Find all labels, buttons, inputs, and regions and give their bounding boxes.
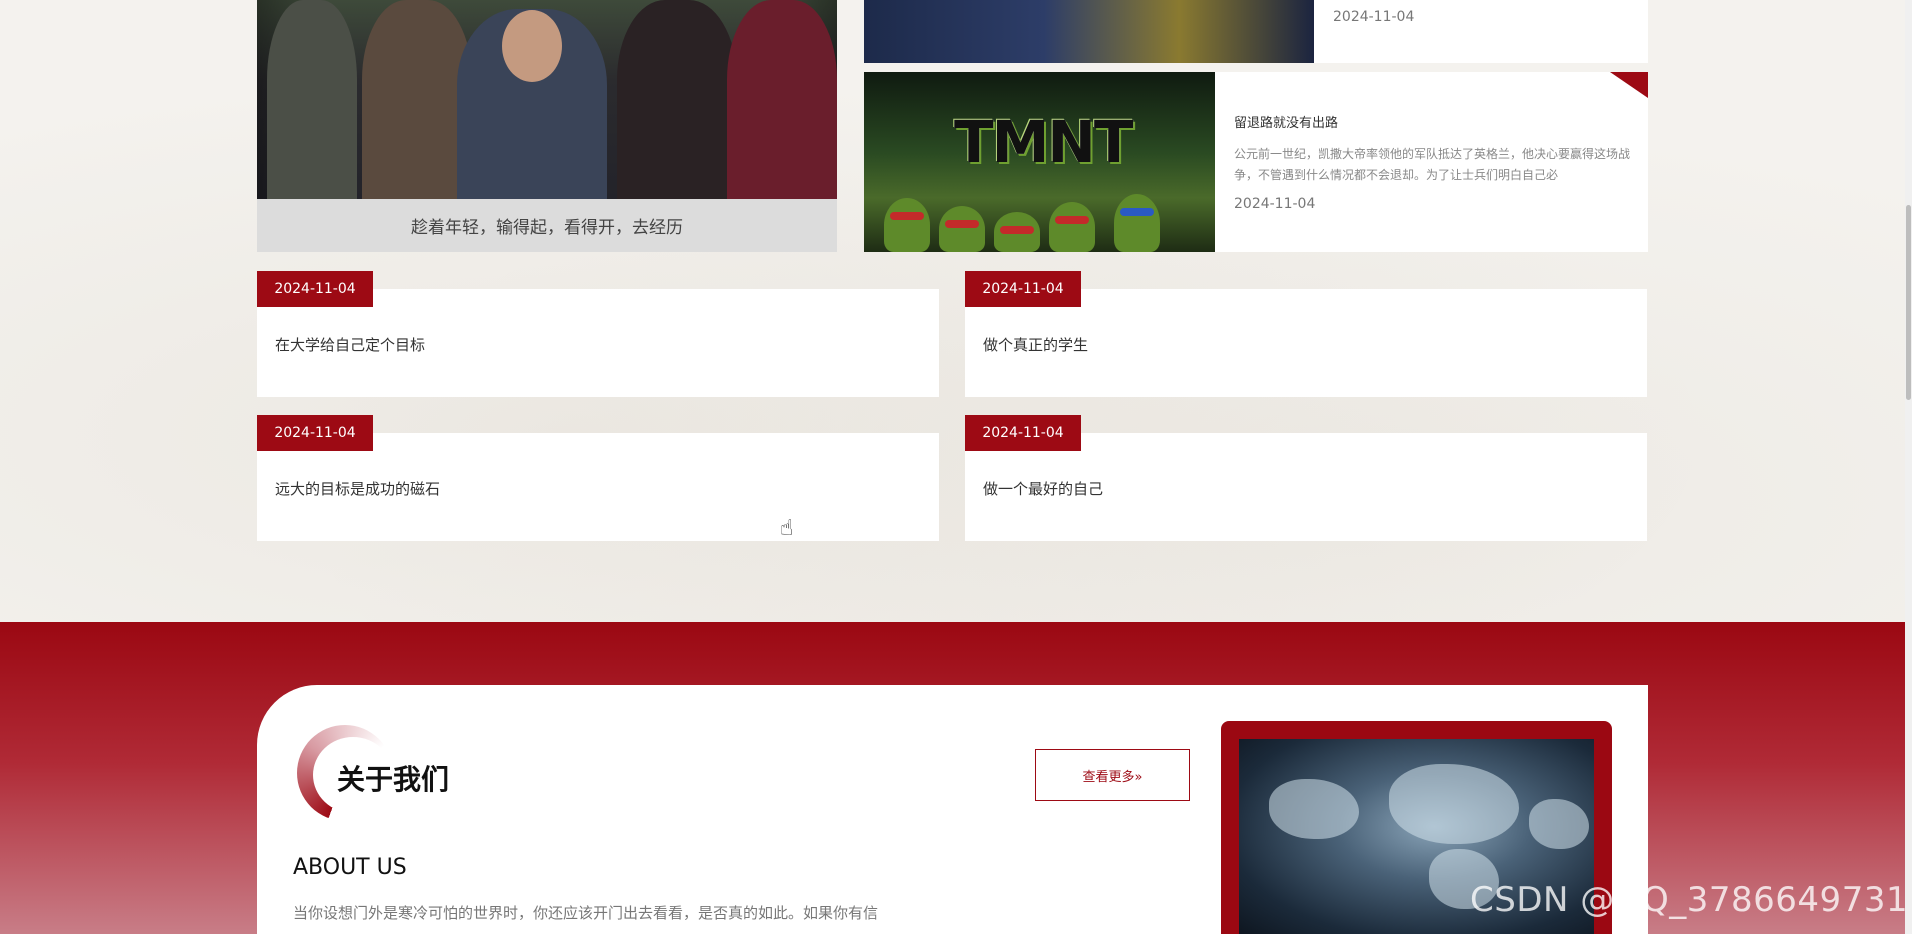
date-badge: 2024-11-04 [257, 415, 373, 451]
news-date: 2024-11-04 [1234, 196, 1316, 212]
news-thumbnail [864, 0, 1314, 63]
news-date: 2024-11-04 [1333, 9, 1415, 25]
news-thumbnail: TMNT [864, 72, 1215, 252]
article-card[interactable]: 2024-11-04 远大的目标是成功的磁石 [257, 415, 939, 541]
corner-flag-icon [1610, 72, 1648, 98]
featured-news-image [257, 0, 837, 199]
scrollbar[interactable] [1905, 0, 1912, 934]
article-card[interactable]: 2024-11-04 在大学给自己定个目标 [257, 271, 939, 397]
date-badge: 2024-11-04 [257, 271, 373, 307]
news-title[interactable]: 留退路就没有出路 [1234, 112, 1338, 131]
featured-news-caption: 趁着年轻，输得起，看得开，去经历 [257, 199, 837, 252]
article-title[interactable]: 远大的目标是成功的磁石 [275, 478, 440, 499]
about-text: 当你设想门外是寒冷可怕的世界时，你还应该开门出去看看，是否真的如此。如果你有信 [293, 904, 879, 922]
news-list-item[interactable]: 2024-11-04 [864, 0, 1648, 63]
article-card[interactable]: 2024-11-04 做个真正的学生 [965, 271, 1647, 397]
article-title[interactable]: 做一个最好的自己 [983, 478, 1103, 499]
news-list-item[interactable]: TMNT 留退路就没有出路 公元前一世纪，凯撒大帝率领他的军队抵达了英格兰，他决… [864, 72, 1648, 252]
about-title: 关于我们 [337, 763, 450, 796]
article-title[interactable]: 在大学给自己定个目标 [275, 334, 425, 355]
watermark: CSDN @QQ_3786649731 [1470, 880, 1909, 920]
date-badge: 2024-11-04 [965, 415, 1081, 451]
scrollbar-thumb[interactable] [1906, 205, 1911, 400]
view-more-button[interactable]: 查看更多» [1035, 749, 1190, 801]
hand-cursor-icon: ☝ [780, 516, 794, 541]
tmnt-logo: TMNT [954, 108, 1133, 176]
article-title[interactable]: 做个真正的学生 [983, 334, 1088, 355]
about-subtitle: ABOUT US [293, 855, 407, 880]
featured-news[interactable]: 趁着年轻，输得起，看得开，去经历 [257, 0, 837, 252]
article-card[interactable]: 2024-11-04 做一个最好的自己 [965, 415, 1647, 541]
news-description: 公元前一世纪，凯撒大帝率领他的军队抵达了英格兰，他决心要赢得这场战争，不管遇到什… [1234, 147, 1631, 182]
date-badge: 2024-11-04 [965, 271, 1081, 307]
